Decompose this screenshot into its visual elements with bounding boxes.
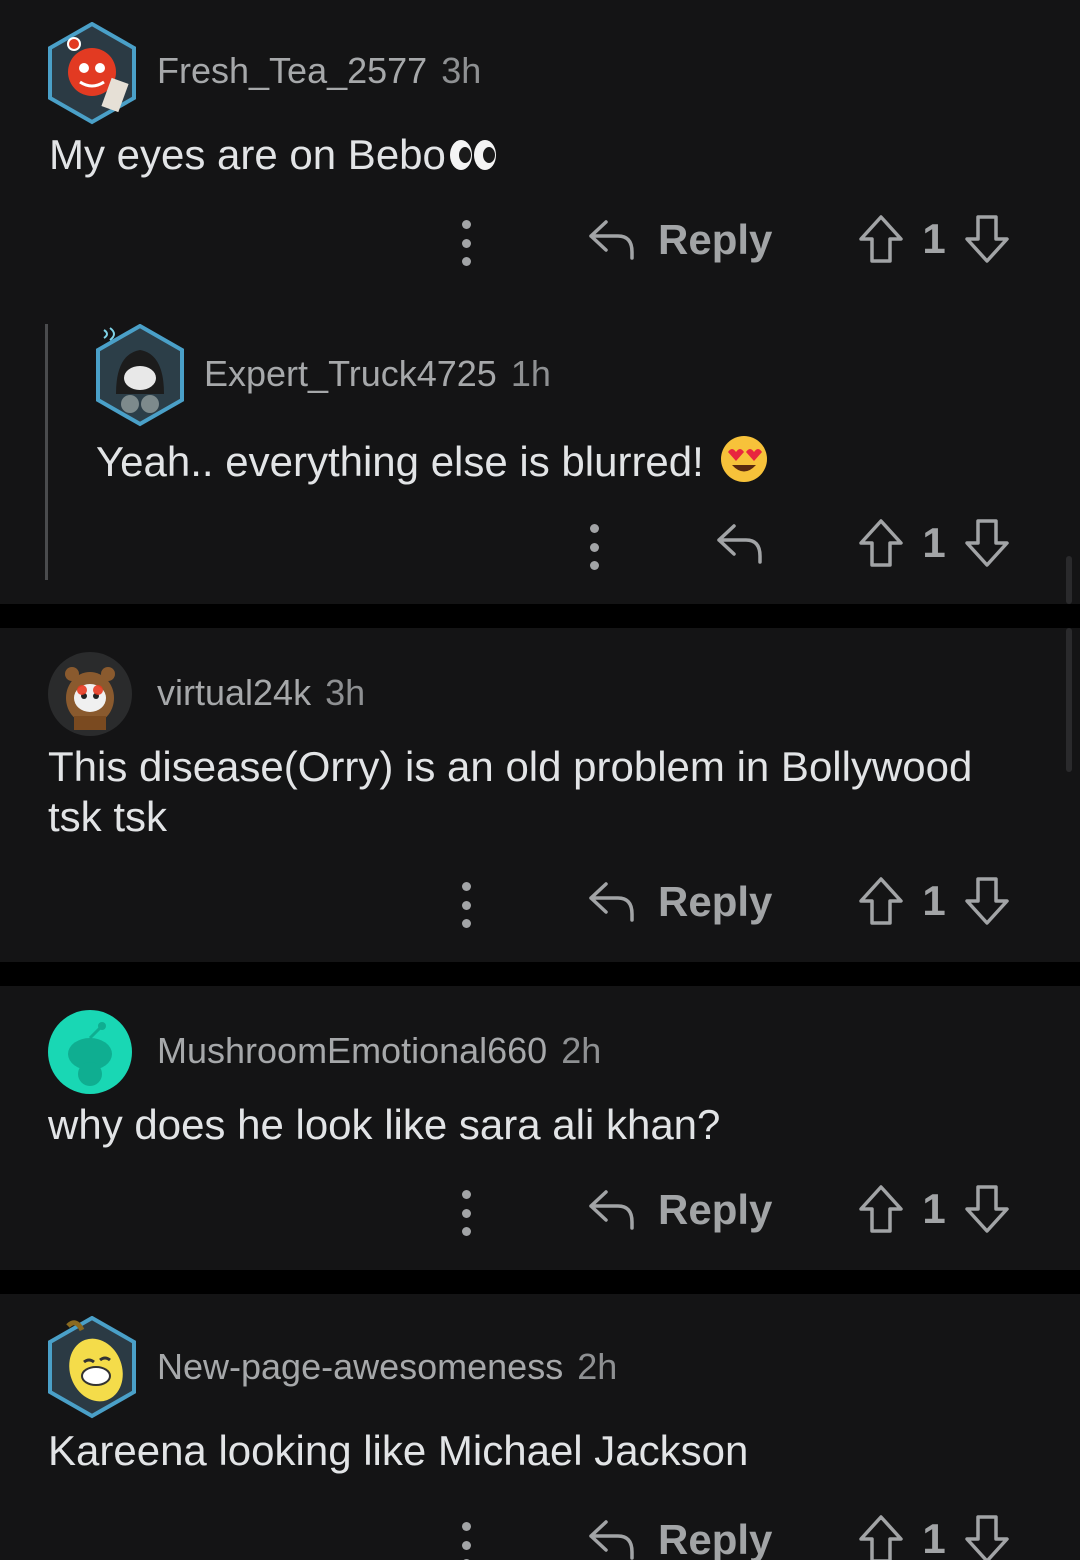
reply-icon (589, 1190, 634, 1230)
reply-button[interactable]: Reply (588, 216, 772, 264)
reply-icon (717, 524, 762, 564)
more-options-icon[interactable] (582, 522, 606, 572)
reply-button[interactable]: Reply (588, 878, 772, 926)
vote-controls: 1 (858, 876, 1010, 926)
reply-button[interactable]: Reply (588, 1516, 772, 1560)
upvote-icon[interactable] (858, 1514, 904, 1560)
comment-body: This disease(Orry) is an old problem in … (48, 743, 973, 840)
comment-body: Yeah.. everything else is blurred! (96, 434, 996, 487)
reply-label: Reply (658, 878, 773, 925)
timestamp: 3h (325, 672, 366, 713)
vote-score: 1 (922, 519, 946, 566)
more-options-icon[interactable] (454, 1520, 478, 1560)
comment-meta: Expert_Truck4725 1h (204, 353, 551, 395)
comment-meta: MushroomEmotional660 2h (157, 1030, 601, 1072)
comment-actions: Reply 1 (0, 872, 1080, 932)
comment-body: Kareena looking like Michael Jackson (48, 1427, 749, 1474)
comment-actions: Reply 1 (0, 1510, 1080, 1560)
comment: New-page-awesomeness 2h Kareena looking … (0, 1294, 1080, 1560)
reply-label: Reply (658, 1516, 773, 1560)
vote-score: 1 (922, 215, 946, 262)
username[interactable]: virtual24k (157, 672, 311, 714)
comment-text: My eyes are on Bebo (49, 131, 446, 178)
upvote-icon[interactable] (858, 876, 904, 926)
vote-score: 1 (922, 1515, 946, 1560)
downvote-icon[interactable] (964, 518, 1010, 568)
comment-card: MushroomEmotional660 2h why does he look… (0, 986, 1080, 1270)
timestamp: 1h (510, 353, 551, 394)
vote-score: 1 (922, 877, 946, 924)
timestamp: 2h (577, 1346, 618, 1387)
reply-label: Reply (658, 216, 773, 263)
comment-body: why does he look like sara ali khan? (48, 1101, 721, 1148)
comment-card: Fresh_Tea_2577 3h My eyes are on Bebo Re… (0, 0, 1080, 604)
comment: virtual24k 3h This disease(Orry) is an o… (0, 628, 1080, 962)
timestamp: 3h (441, 50, 482, 91)
avatar[interactable] (94, 323, 184, 427)
comment-actions: Reply 1 (0, 212, 1080, 272)
more-options-icon[interactable] (454, 1188, 478, 1238)
eyes-emoji (449, 140, 496, 170)
comment-thread: Fresh_Tea_2577 3h My eyes are on Bebo Re… (0, 0, 1080, 1560)
comment-actions: Reply 1 (0, 1182, 1080, 1242)
reply-button[interactable]: Reply (588, 1186, 772, 1234)
scrollbar[interactable] (1066, 556, 1072, 604)
reply-icon (589, 1520, 634, 1560)
username[interactable]: New-page-awesomeness (157, 1346, 563, 1388)
comment-actions: 1 (0, 514, 1080, 574)
comment: MushroomEmotional660 2h why does he look… (0, 986, 1080, 1270)
reply-button[interactable] (716, 522, 764, 566)
username[interactable]: MushroomEmotional660 (157, 1030, 547, 1072)
comment-card: New-page-awesomeness 2h Kareena looking … (0, 1294, 1080, 1560)
comment-meta: Fresh_Tea_2577 3h (157, 50, 481, 92)
vote-score: 1 (922, 1185, 946, 1232)
downvote-icon[interactable] (964, 1514, 1010, 1560)
reply-label: Reply (658, 1186, 773, 1233)
downvote-icon[interactable] (964, 1184, 1010, 1234)
vote-controls: 1 (858, 214, 1010, 264)
avatar[interactable] (46, 21, 136, 125)
upvote-icon[interactable] (858, 214, 904, 264)
downvote-icon[interactable] (964, 214, 1010, 264)
comment-meta: New-page-awesomeness 2h (157, 1346, 617, 1388)
comment-text: Yeah.. everything else is blurred! (96, 438, 704, 485)
vote-controls: 1 (858, 518, 1010, 568)
scrollbar[interactable] (1066, 628, 1072, 772)
comment: Fresh_Tea_2577 3h My eyes are on Bebo Re… (0, 0, 1080, 300)
heart-eyes-emoji (721, 436, 768, 482)
downvote-icon[interactable] (964, 876, 1010, 926)
username[interactable]: Fresh_Tea_2577 (157, 50, 427, 92)
upvote-icon[interactable] (858, 1184, 904, 1234)
avatar[interactable] (48, 1010, 132, 1094)
comment-meta: virtual24k 3h (157, 672, 365, 714)
reply-icon (589, 882, 634, 922)
avatar[interactable] (46, 1315, 136, 1419)
reply-icon (589, 220, 634, 260)
comment-body: My eyes are on Bebo (49, 130, 1009, 180)
timestamp: 2h (561, 1030, 602, 1071)
vote-controls: 1 (858, 1184, 1010, 1234)
comment-card: virtual24k 3h This disease(Orry) is an o… (0, 628, 1080, 962)
vote-controls: 1 (858, 1514, 1010, 1560)
reply-comment: Expert_Truck4725 1h Yeah.. everything el… (0, 300, 1080, 604)
more-options-icon[interactable] (454, 880, 478, 930)
avatar[interactable] (48, 652, 132, 736)
username[interactable]: Expert_Truck4725 (204, 353, 497, 395)
more-options-icon[interactable] (454, 218, 478, 268)
upvote-icon[interactable] (858, 518, 904, 568)
